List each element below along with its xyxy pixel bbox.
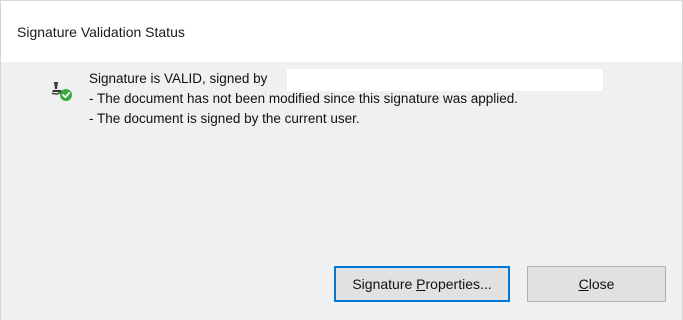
signature-validation-dialog: Signature Validation Status Signature is… [0, 0, 683, 320]
close-label: Close [578, 276, 615, 292]
dialog-title: Signature Validation Status [17, 24, 185, 40]
signed-by-current-user-line: - The document is signed by the current … [89, 111, 360, 126]
signature-valid-icon [51, 82, 72, 101]
signature-properties-button[interactable]: Signature Properties... [334, 266, 510, 302]
signer-name-redacted [287, 69, 603, 91]
not-modified-line: - The document has not been modified sin… [89, 91, 519, 106]
title-bar[interactable]: Signature Validation Status [1, 0, 682, 62]
signature-properties-label: Signature Properties... [352, 276, 492, 292]
close-button[interactable]: Close [527, 266, 666, 302]
